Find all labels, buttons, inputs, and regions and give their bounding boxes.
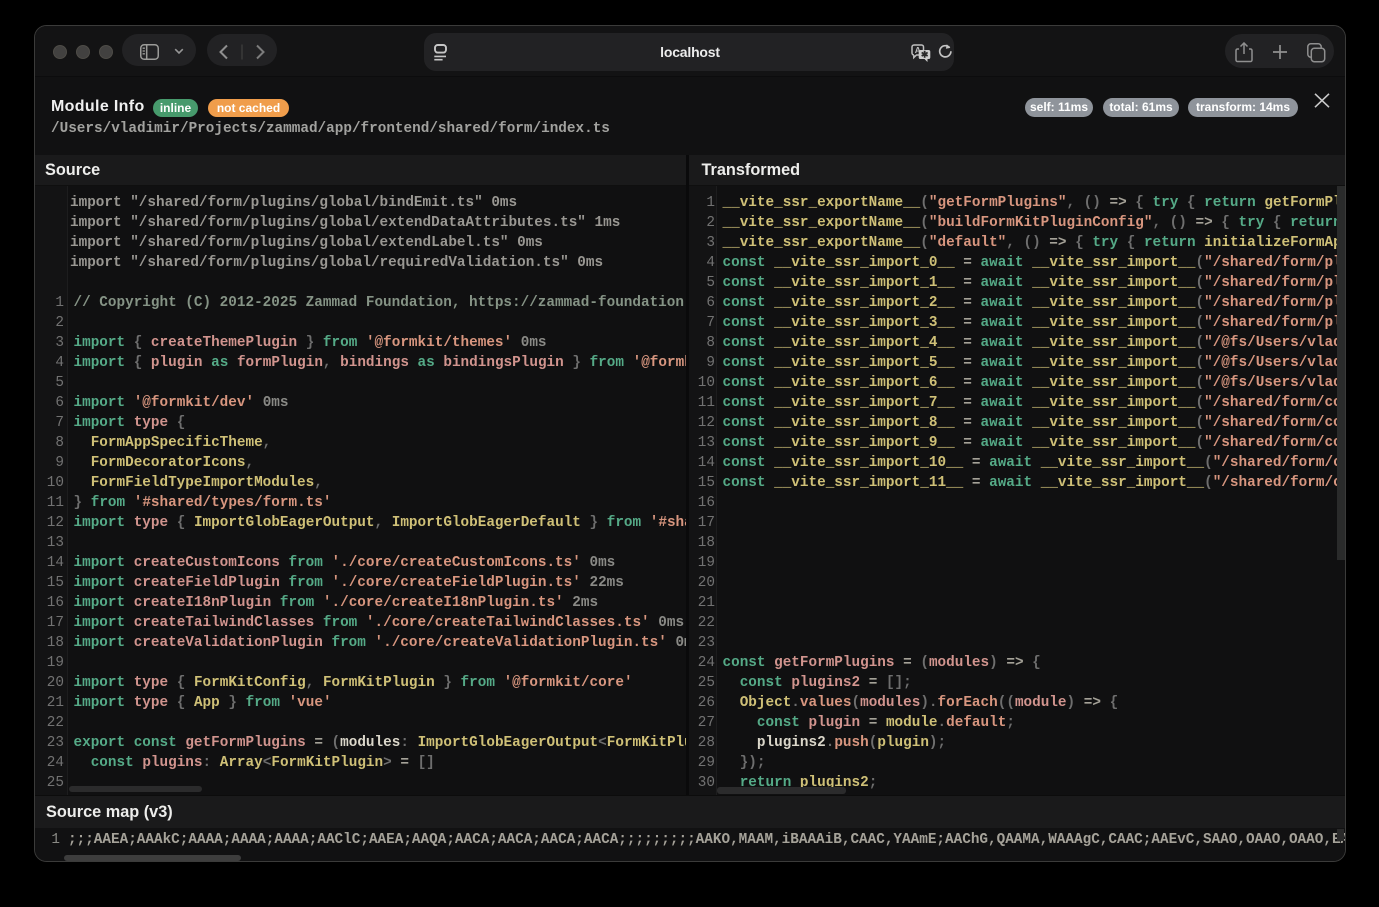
- svg-text:✱: ✱: [921, 50, 929, 60]
